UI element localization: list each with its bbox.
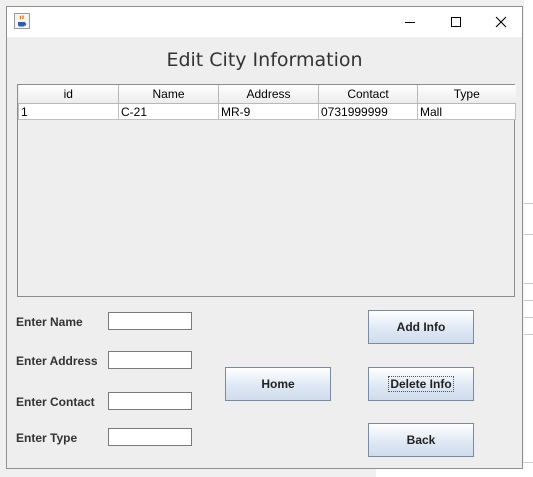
maximize-button[interactable]: [433, 7, 479, 37]
column-header-address[interactable]: Address: [218, 85, 319, 104]
back-button[interactable]: Back: [368, 423, 474, 457]
page-title: Edit City Information: [166, 49, 363, 71]
address-field[interactable]: [108, 351, 192, 369]
table-header: id Name Address Contact Type: [18, 85, 516, 104]
minimize-button[interactable]: [387, 7, 433, 37]
column-header-contact[interactable]: Contact: [318, 85, 418, 104]
close-button[interactable]: [478, 7, 524, 37]
name-label: Enter Name: [16, 315, 83, 329]
table-cell-type[interactable]: Mall: [417, 103, 516, 120]
type-field[interactable]: [108, 428, 192, 446]
address-label: Enter Address: [16, 354, 98, 368]
edit-city-window: Edit City Information id Name Address Co…: [6, 6, 523, 469]
minimize-icon: [405, 22, 415, 23]
table-cell-id[interactable]: 1: [18, 103, 119, 120]
table-row[interactable]: 1 C-21 MR-9 0731999999 Mall: [18, 103, 516, 120]
contact-field[interactable]: [108, 392, 192, 410]
close-icon: [495, 16, 507, 28]
maximize-icon: [451, 17, 461, 27]
add-info-button[interactable]: Add Info: [368, 310, 474, 344]
background-window-edge: [524, 0, 533, 476]
table-cell-name[interactable]: C-21: [118, 103, 219, 120]
table-cell-address[interactable]: MR-9: [218, 103, 319, 120]
column-header-name[interactable]: Name: [118, 85, 219, 104]
column-header-id[interactable]: id: [18, 85, 119, 104]
java-cup-icon: [14, 13, 30, 29]
home-button[interactable]: Home: [225, 367, 331, 401]
type-label: Enter Type: [16, 431, 78, 445]
contact-label: Enter Contact: [16, 395, 95, 409]
delete-info-label: Delete Info: [388, 376, 454, 392]
name-field[interactable]: [108, 312, 192, 330]
city-table[interactable]: id Name Address Contact Type 1 C-21 MR-9…: [17, 84, 516, 297]
title-bar: [7, 7, 522, 37]
table-cell-contact[interactable]: 0731999999: [318, 103, 418, 120]
delete-info-button[interactable]: Delete Info: [368, 367, 474, 401]
column-header-type[interactable]: Type: [417, 85, 516, 104]
